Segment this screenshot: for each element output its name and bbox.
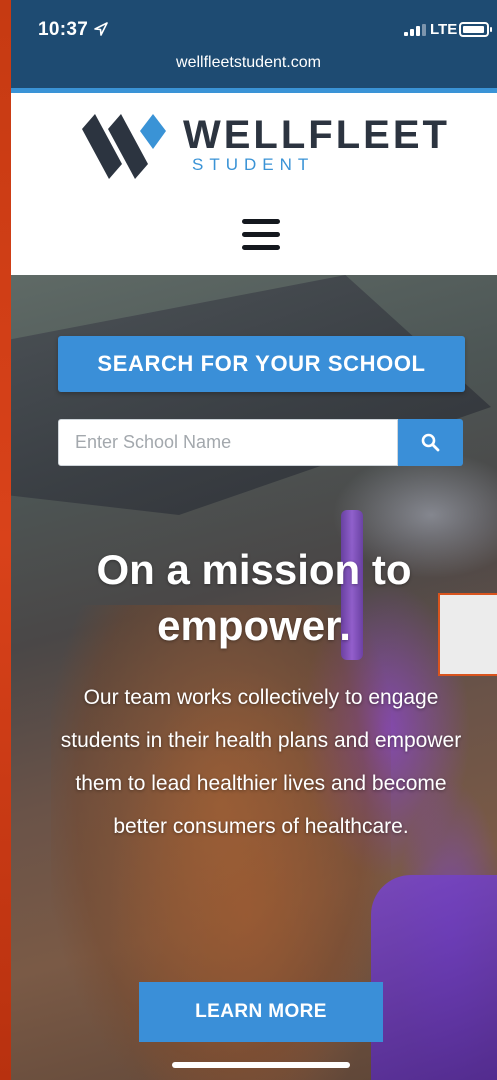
- school-name-input[interactable]: [58, 419, 398, 466]
- site-header: WELLFLEET STUDENT: [11, 88, 497, 275]
- hamburger-menu-icon[interactable]: [242, 219, 280, 251]
- url-bar[interactable]: wellfleetstudent.com: [0, 54, 497, 72]
- signal-icon: [404, 24, 426, 36]
- search-button[interactable]: [398, 419, 463, 466]
- search-school-button[interactable]: SEARCH FOR YOUR SCHOOL: [58, 336, 465, 392]
- home-indicator[interactable]: [172, 1062, 350, 1068]
- wellfleet-logo[interactable]: [82, 109, 166, 179]
- side-tab[interactable]: [438, 593, 497, 676]
- status-time: 10:37: [38, 19, 89, 40]
- battery-icon: [459, 22, 492, 37]
- location-arrow-icon: [94, 22, 108, 36]
- network-type: LTE: [430, 21, 458, 38]
- brand-name: WELLFLEET: [183, 113, 450, 157]
- hero-headline: On a mission to empower.: [96, 546, 412, 649]
- gown-image: [371, 875, 497, 1080]
- learn-more-button[interactable]: LEARN MORE: [139, 982, 383, 1042]
- left-edge-bar: [0, 0, 11, 1080]
- status-bar: 10:37 LTE wellfleetstudent.com: [0, 0, 497, 88]
- brand-subtitle: STUDENT: [192, 155, 315, 174]
- graduation-cap-image: [11, 275, 491, 515]
- hero-description: Our team works collectively to engage st…: [60, 686, 462, 838]
- search-icon: [421, 433, 440, 452]
- hero-section: SEARCH FOR YOUR SCHOOL On a mission to e…: [11, 275, 497, 1080]
